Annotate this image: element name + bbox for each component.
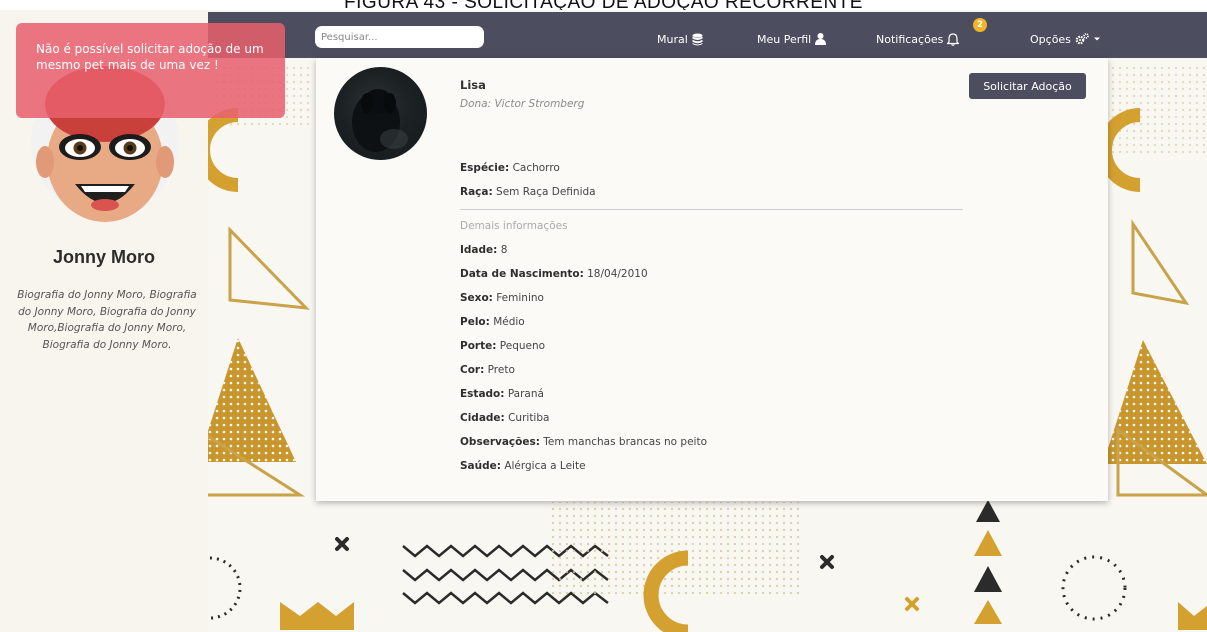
nav-notificacoes-label: Notificações (876, 32, 944, 46)
info-divider (460, 209, 963, 210)
user-bio: Biografia do Jonny Moro, Biografia do Jo… (17, 289, 197, 351)
detail-row: Cidade: Curitiba (460, 412, 549, 424)
nav-notificacoes[interactable]: Notificações (876, 29, 960, 49)
notification-badge: 2 (973, 18, 987, 32)
detail-label: Cidade: (460, 412, 505, 424)
detail-value: Alérgica a Leite (504, 460, 586, 472)
detail-label: Pelo: (460, 316, 490, 328)
pet-name: Lisa (460, 78, 486, 92)
detail-value: 18/04/2010 (587, 268, 648, 280)
pet-species-label: Espécie: (460, 162, 510, 174)
database-icon (692, 33, 703, 45)
nav-opcoes-label: Opções (1030, 32, 1071, 46)
detail-row: Pelo: Médio (460, 316, 525, 328)
nav-opcoes[interactable]: Opções (1030, 29, 1101, 49)
detail-value: Médio (493, 316, 525, 328)
nav-meu-perfil[interactable]: Meu Perfil (757, 29, 827, 49)
error-alert-message: Não é possível solicitar adoção de um me… (36, 42, 264, 72)
detail-row: Estado: Paraná (460, 388, 544, 400)
detail-value: Paraná (507, 388, 544, 400)
detail-label: Observações: (460, 436, 540, 448)
detail-label: Saúde: (460, 460, 501, 472)
detail-label: Sexo: (460, 292, 493, 304)
detail-value: Tem manchas brancas no peito (543, 436, 708, 448)
pet-breed-label: Raça: (460, 186, 493, 198)
user-icon (815, 33, 827, 45)
pet-breed-value: Sem Raça Definida (496, 186, 596, 198)
detail-row: Data de Nascimento: 18/04/2010 (460, 268, 648, 280)
top-navbar: Mural Meu Perfil Notificações 2 Opções (208, 12, 1207, 58)
detail-row: Observações: Tem manchas brancas no peit… (460, 436, 707, 448)
detail-row: Cor: Preto (460, 364, 515, 376)
gears-icon (1075, 33, 1089, 45)
pet-photo (334, 67, 427, 160)
detail-label: Idade: (460, 244, 498, 256)
error-alert: Não é possível solicitar adoção de um me… (16, 23, 285, 118)
detail-row: Saúde: Alérgica a Leite (460, 460, 586, 472)
nav-mural[interactable]: Mural (657, 29, 703, 49)
bell-icon (947, 32, 960, 46)
detail-label: Estado: (460, 388, 505, 400)
pet-breed: Raça: Sem Raça Definida (460, 186, 596, 198)
request-adoption-button[interactable]: Solicitar Adoção (969, 73, 1086, 99)
detail-row: Sexo: Feminino (460, 292, 544, 304)
dog-photo-illustration (352, 89, 408, 152)
more-info-title: Demais informações (460, 220, 568, 232)
detail-label: Porte: (460, 340, 497, 352)
nav-meu-perfil-label: Meu Perfil (757, 32, 812, 46)
caret-down-icon (1093, 37, 1100, 41)
search-input[interactable] (315, 26, 484, 48)
detail-value: Preto (487, 364, 515, 376)
user-name: Jonny Moro (53, 247, 155, 267)
pet-card: Lisa Dona: Victor Stromberg Solicitar Ad… (316, 58, 1108, 501)
pet-species-value: Cachorro (512, 162, 560, 174)
detail-row: Porte: Pequeno (460, 340, 545, 352)
nav-mural-label: Mural (657, 32, 688, 46)
detail-row: Idade: 8 (460, 244, 507, 256)
detail-value: 8 (500, 244, 508, 256)
detail-label: Data de Nascimento: (460, 268, 584, 280)
figure-caption: FIGURA 43 - SOLICITAÇÃO DE ADOÇÃO RECORR… (0, 0, 1207, 10)
detail-value: Pequeno (499, 340, 546, 352)
detail-value: Curitiba (508, 412, 550, 424)
detail-label: Cor: (460, 364, 485, 376)
pet-owner: Dona: Victor Stromberg (460, 98, 585, 110)
figure-caption-wrap: FIGURA 43 - SOLICITAÇÃO DE ADOÇÃO RECORR… (0, 0, 1207, 10)
pet-species: Espécie: Cachorro (460, 162, 560, 174)
detail-value: Feminino (496, 292, 544, 304)
